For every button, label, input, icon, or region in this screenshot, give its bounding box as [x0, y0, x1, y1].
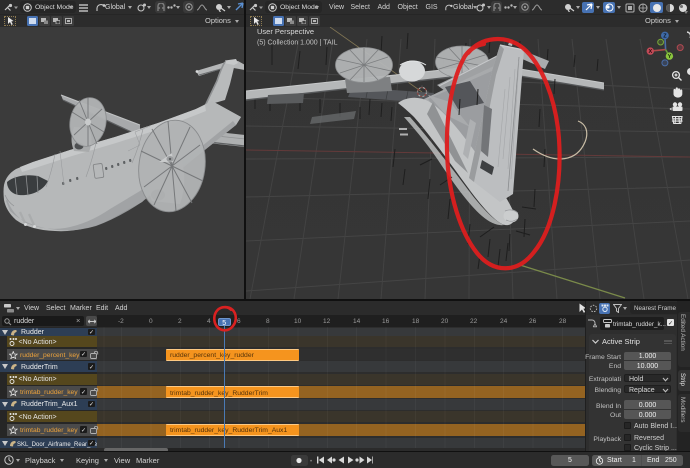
- svg-text:User Perspective: User Perspective: [257, 27, 314, 36]
- svg-text:Y: Y: [668, 54, 672, 60]
- svg-text:(5) Collection 1.000 | TAIL: (5) Collection 1.000 | TAIL: [257, 40, 338, 47]
- svg-text:X: X: [648, 49, 652, 55]
